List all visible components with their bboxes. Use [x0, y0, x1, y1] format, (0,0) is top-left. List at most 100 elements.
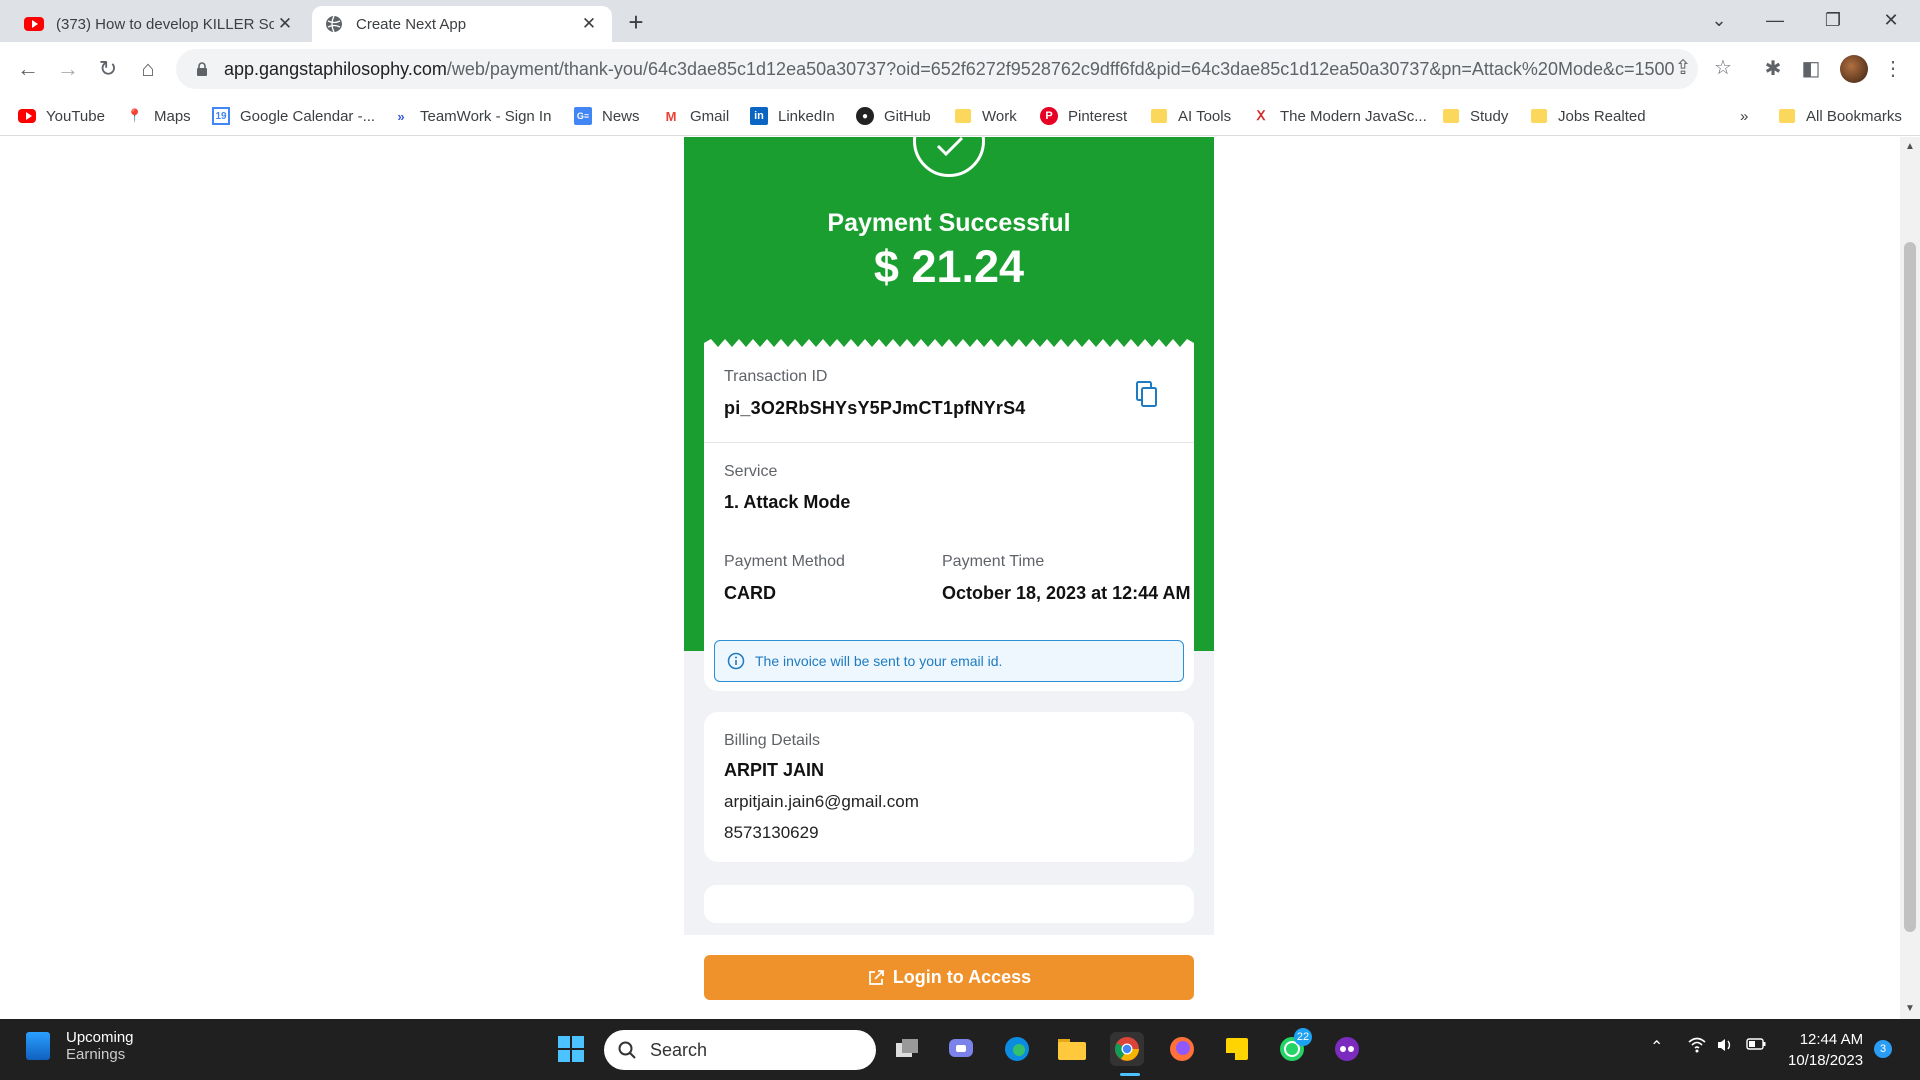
- start-windows-icon[interactable]: [554, 1032, 588, 1066]
- info-icon: [727, 652, 745, 670]
- address-bar[interactable]: app.gangstaphilosophy.com/web/payment/th…: [176, 49, 1698, 89]
- tab-search-icon[interactable]: ⌄: [1690, 0, 1748, 40]
- payment-amount: $ 21.24: [873, 241, 1025, 292]
- taskbar-search[interactable]: Search: [604, 1030, 876, 1070]
- battery-icon[interactable]: [1746, 1037, 1766, 1056]
- bookmark-linkedin[interactable]: in LinkedIn: [750, 104, 835, 128]
- tab-title: Create Next App: [356, 15, 467, 33]
- whatsapp-badge: 22: [1294, 1028, 1312, 1046]
- sticky-notes-icon[interactable]: [1220, 1032, 1254, 1066]
- all-bookmarks[interactable]: All Bookmarks: [1778, 104, 1902, 128]
- gmail-icon: M: [665, 108, 677, 124]
- firefox-icon[interactable]: [1165, 1032, 1199, 1066]
- bookmark-ai-tools[interactable]: AI Tools: [1150, 104, 1231, 128]
- clock-time: 12:44 AM: [1799, 1031, 1864, 1048]
- bookmark-modern-javascript[interactable]: Ⅹ The Modern JavaSc...: [1252, 104, 1427, 128]
- info-text: The invoice will be sent to your email i…: [755, 653, 1003, 669]
- more-bookmarks-button[interactable]: »: [1740, 104, 1748, 128]
- restore-button[interactable]: ❐: [1804, 0, 1862, 40]
- search-placeholder: Search: [650, 1039, 708, 1060]
- scroll-up-arrow-icon[interactable]: ▲: [1905, 141, 1915, 152]
- scroll-down-arrow-icon[interactable]: ▼: [1905, 1003, 1915, 1014]
- lock-icon: [192, 59, 212, 79]
- payment-time-label: Payment Time: [942, 553, 1045, 570]
- reload-icon[interactable]: ↻: [94, 55, 122, 83]
- extensions-icon[interactable]: ✱: [1760, 55, 1786, 81]
- edge-browser-icon[interactable]: [1000, 1032, 1034, 1066]
- bookmark-gmail[interactable]: M Gmail: [662, 104, 730, 128]
- external-link-icon: [868, 969, 884, 985]
- bookmark-pinterest[interactable]: P Pinterest: [1040, 104, 1127, 128]
- forward-icon[interactable]: →: [54, 55, 82, 83]
- bookmark-youtube[interactable]: YouTube: [18, 104, 105, 128]
- new-tab-button[interactable]: +: [622, 8, 650, 36]
- payment-method-label: Payment Method: [724, 553, 845, 570]
- folder-icon: [1778, 107, 1796, 125]
- share-icon[interactable]: ⇪: [1672, 56, 1694, 79]
- tab-bar: (373) How to develop KILLER Soc ✕ Create…: [0, 0, 1920, 42]
- bookmark-study[interactable]: Study: [1442, 104, 1508, 128]
- chrome-icon[interactable]: [1110, 1032, 1144, 1066]
- transaction-id-value: pi_3O2RbSHYsY5PJmCT1pfNYrS4: [724, 398, 1026, 418]
- task-view-icon[interactable]: [890, 1032, 924, 1066]
- youtube-icon: [24, 14, 44, 34]
- bookmarks-bar: YouTube 📍 Maps 19 Google Calendar -... » Te…: [0, 96, 1920, 136]
- back-icon[interactable]: ←: [14, 55, 42, 83]
- tab-create-next-app[interactable]: Create Next App ✕: [312, 6, 612, 42]
- linkedin-icon: in: [750, 107, 768, 125]
- widget-subtitle: Earnings: [66, 1046, 126, 1063]
- side-panel-icon[interactable]: ◧: [1798, 55, 1824, 81]
- minimize-button[interactable]: —: [1746, 0, 1804, 40]
- menu-icon[interactable]: ⋮: [1880, 55, 1906, 81]
- bookmark-work[interactable]: Work: [954, 104, 1017, 128]
- payment-time-value: October 18, 2023 at 12:44 AM: [942, 583, 1191, 603]
- copy-icon[interactable]: [1134, 381, 1160, 409]
- javascript-icon: Ⅹ: [1256, 108, 1266, 123]
- widgets-button[interactable]: Upcoming Earnings: [26, 1029, 134, 1063]
- profile-avatar[interactable]: [1840, 55, 1868, 83]
- bookmark-news[interactable]: G≡ News: [574, 104, 640, 128]
- search-icon: [618, 1041, 636, 1059]
- close-tab-icon[interactable]: ✕: [274, 14, 296, 34]
- tab-youtube[interactable]: (373) How to develop KILLER Soc ✕: [12, 6, 308, 42]
- login-to-access-button[interactable]: Login to Access: [704, 955, 1194, 1000]
- folder-icon: [954, 107, 972, 125]
- news-icon: G≡: [574, 107, 592, 125]
- globe-icon: [324, 14, 344, 34]
- home-icon[interactable]: ⌂: [134, 55, 162, 83]
- app-mask-icon[interactable]: [1330, 1032, 1364, 1066]
- bookmark-google-calendar[interactable]: 19 Google Calendar -...: [212, 104, 375, 128]
- browser-toolbar: ← → ↻ ⌂ app.gangstaphilosophy.com/web/pa…: [0, 42, 1920, 96]
- github-icon: ●: [856, 107, 874, 125]
- folder-icon: [1530, 107, 1548, 125]
- wifi-icon[interactable]: [1688, 1037, 1706, 1058]
- system-clock[interactable]: 12:44 AM 10/18/2023: [1788, 1029, 1863, 1071]
- bookmark-star-icon[interactable]: ☆: [1712, 56, 1734, 79]
- calendar-icon: 19: [212, 107, 230, 125]
- notification-count-badge[interactable]: 3: [1874, 1040, 1892, 1058]
- close-window-button[interactable]: ✕: [1862, 0, 1920, 40]
- volume-icon[interactable]: [1716, 1037, 1734, 1058]
- bookmark-maps[interactable]: 📍 Maps: [126, 104, 191, 128]
- teamwork-icon: »: [397, 108, 405, 124]
- check-circle-icon: [913, 137, 985, 177]
- youtube-icon: [18, 107, 36, 125]
- pinterest-icon: P: [1040, 107, 1058, 125]
- close-tab-icon[interactable]: ✕: [578, 14, 600, 34]
- billing-email: arpitjain.jain6@gmail.com: [724, 792, 919, 811]
- payment-status: Payment Successful: [827, 209, 1071, 237]
- login-button-label: Login to Access: [892, 967, 1032, 987]
- bookmark-jobs-realted[interactable]: Jobs Realted: [1530, 104, 1646, 128]
- bookmark-github[interactable]: ● GitHub: [856, 104, 931, 128]
- folder-icon: [1150, 107, 1168, 125]
- maps-pin-icon: 📍: [126, 108, 144, 123]
- teams-chat-icon[interactable]: [944, 1032, 978, 1066]
- page-content: Payment Successful $ 21.24 Transaction I…: [0, 137, 1900, 1019]
- widget-title: Upcoming: [66, 1029, 134, 1046]
- page-scrollbar[interactable]: ▲ ▼: [1900, 137, 1920, 1019]
- scroll-thumb[interactable]: [1904, 242, 1916, 932]
- bookmark-teamwork[interactable]: » TeamWork - Sign In: [392, 104, 551, 128]
- billing-details-label: Billing Details: [724, 732, 821, 749]
- show-hidden-icons[interactable]: ⌃: [1650, 1037, 1663, 1057]
- file-explorer-icon[interactable]: [1055, 1032, 1089, 1066]
